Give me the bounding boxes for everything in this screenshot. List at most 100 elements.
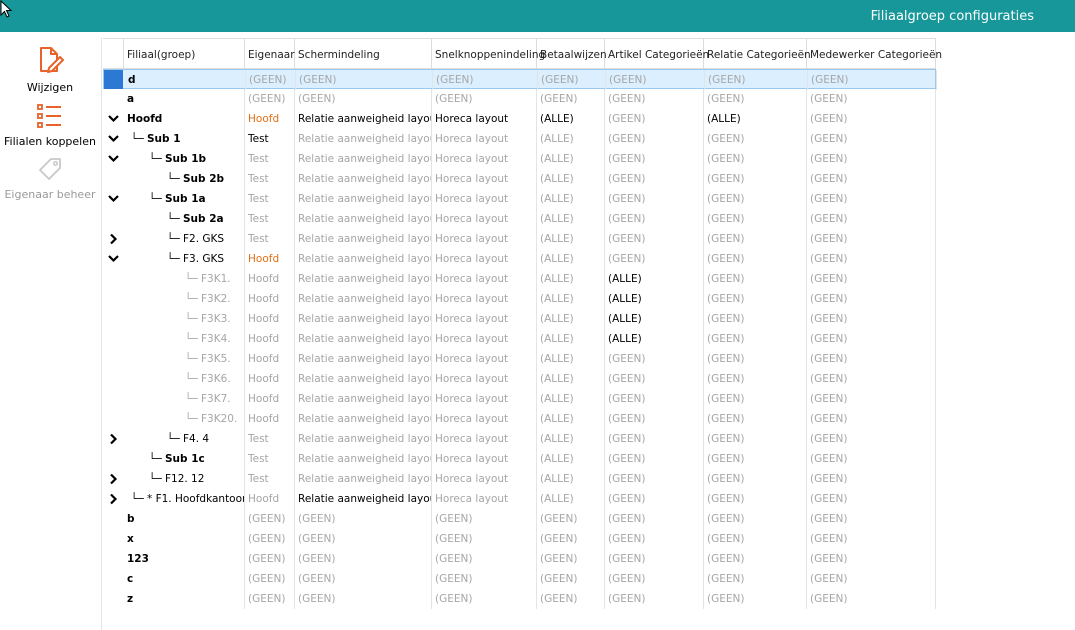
column-header[interactable]: Artikel Categorieën (605, 39, 709, 69)
table-row[interactable]: └─ F3K7. Hoofd Relatie aanweigheid layout H… (103, 389, 936, 409)
table-row[interactable]: └─ F3K4. Hoofd Relatie aanweigheid layout H… (103, 329, 936, 349)
expander[interactable] (103, 129, 124, 149)
column-header[interactable]: Snelknoppenindeling (432, 39, 545, 69)
tree-connector: └─ (167, 253, 183, 265)
table-row[interactable]: z (GEEN) (GEEN) (GEEN) (GEEN) (GEEN) (GEEN) (GE… (103, 589, 936, 609)
column-header[interactable]: Eigenaar (245, 39, 295, 69)
table-row[interactable]: └─ Sub 1c Test Relatie aanweigheid layout H… (103, 449, 936, 469)
tree-connector: └─ (167, 173, 183, 185)
branch-name: F3K20. (200, 413, 238, 425)
grid-cell: Hoofd (245, 389, 295, 409)
table-row[interactable]: └─ Sub 1a Test Relatie aanweigheid layout H… (103, 189, 936, 209)
edit-button[interactable]: Wijzigen (0, 46, 100, 96)
table-row[interactable]: └─ Sub 1 Test Relatie aanweigheid layout Ho… (103, 129, 936, 149)
grid-cell: (ALLE) (537, 389, 605, 409)
branch-name-cell: b (124, 509, 245, 529)
table-row[interactable]: └─ * F1. Hoofdkantoor Hoofd Relatie aanwei… (103, 489, 936, 509)
table-row[interactable]: └─ F3. GKS Hoofd Relatie aanweigheid layou… (103, 249, 936, 269)
expander[interactable] (103, 189, 124, 209)
grid-cell: (GEEN) (704, 509, 807, 529)
table-row[interactable]: └─ F3K1. Hoofd Relatie aanweigheid layout H… (103, 269, 936, 289)
grid-cell: (ALLE) (537, 289, 605, 309)
grid-cell: (GEEN) (605, 549, 704, 569)
grid-cell: (GEEN) (295, 529, 432, 549)
table-row[interactable]: └─ Sub 2b Test Relatie aanweigheid layout H… (103, 169, 936, 189)
tree-connector: └─ (167, 213, 183, 225)
grid-cell: (GEEN) (245, 529, 295, 549)
tree-connector: └─ (185, 353, 201, 365)
table-row[interactable]: Hoofd Hoofd Relatie aanweigheid layout Hore… (103, 109, 936, 129)
column-header[interactable]: Filiaal(groep) (124, 39, 245, 69)
table-row[interactable]: 123 (GEEN) (GEEN) (GEEN) (GEEN) (GEEN) (GEEN)(… (103, 549, 936, 569)
table-row[interactable]: └─ F3K5. Hoofd Relatie aanweigheid layout H… (103, 349, 936, 369)
table-row[interactable]: └─ F3K3. Hoofd Relatie aanweigheid layout H… (103, 309, 936, 329)
grid-cell: (GEEN) (704, 269, 807, 289)
branch-name-cell: └─ * F1. Hoofdkantoor (124, 489, 245, 509)
grid-cell: Relatie aanweigheid layout (295, 429, 432, 449)
table-row[interactable]: └─ Sub 2a Test Relatie aanweigheid layout H… (103, 209, 936, 229)
grid-cell: (ALLE) (537, 349, 605, 369)
grid-cell: Relatie aanweigheid layout (295, 309, 432, 329)
tree-connector: └─ (185, 273, 201, 285)
column-header[interactable]: Schermindeling (295, 39, 432, 69)
grid-cell: (GEEN) (606, 70, 705, 90)
column-header[interactable]: Betaalwijzen (537, 39, 607, 69)
table-row[interactable]: └─ F3K20. Hoofd Relatie aanweigheid layout… (103, 409, 936, 429)
header-expander (103, 39, 124, 69)
table-row[interactable]: b (GEEN) (GEEN) (GEEN) (GEEN) (GEEN) (GEEN) (GE… (103, 509, 936, 529)
table-row[interactable]: a (GEEN) (GEEN) (GEEN) (GEEN) (GEEN) (GEEN) (GE… (103, 89, 936, 109)
window-title: Filiaalgroep configuraties (870, 9, 1034, 24)
branch-name-cell: └─ F4. 4 (124, 429, 245, 449)
grid-cell: (GEEN) (704, 409, 807, 429)
grid-cell: (GEEN) (704, 289, 807, 309)
grid-cell: Test (245, 169, 295, 189)
grid-cell: (ALLE) (537, 169, 605, 189)
grid-cell: Horeca layout (432, 389, 537, 409)
tree-connector: └─ (185, 293, 201, 305)
branch-name-cell: x (124, 529, 245, 549)
grid-cell: (ALLE) (537, 309, 605, 329)
expander[interactable] (103, 489, 124, 509)
expander[interactable] (103, 149, 124, 169)
grid-cell: (GEEN) (605, 409, 704, 429)
table-row[interactable]: └─ F4. 4 Test Relatie aanweigheid layout Ho… (103, 429, 936, 449)
grid-cell: Test (245, 449, 295, 469)
table-row[interactable]: └─ F2. GKS Test Relatie aanweigheid layout… (103, 229, 936, 249)
branch-name: c (127, 573, 134, 585)
grid-cell: (GEEN) (605, 469, 704, 489)
grid-cell: (GEEN) (704, 549, 807, 569)
grid-cell: (GEEN) (295, 569, 432, 589)
grid-cell: (GEEN) (807, 229, 936, 249)
expander[interactable] (103, 469, 124, 489)
grid-cell: Horeca layout (432, 489, 537, 509)
grid-cell: Horeca layout (432, 109, 537, 129)
tree-connector: └─ (149, 193, 165, 205)
table-row[interactable]: └─ F3K2. Hoofd Relatie aanweigheid layout H… (103, 289, 936, 309)
table-row[interactable]: d (GEEN) (GEEN) (GEEN) (GEEN) (GEEN) (GEEN) (GE… (103, 69, 937, 90)
grid-cell: (GEEN) (807, 329, 936, 349)
grid-cell: (GEEN) (537, 89, 605, 109)
column-header[interactable]: Relatie Categorieën (704, 39, 811, 69)
table-row[interactable]: └─ F3K6. Hoofd Relatie aanweigheid layout H… (103, 369, 936, 389)
grid-cell: Relatie aanweigheid layout (295, 329, 432, 349)
grid-cell: (GEEN) (807, 589, 936, 609)
branch-name-cell: 123 (124, 549, 245, 569)
grid-cell: Hoofd (245, 489, 295, 509)
grid-cell: Test (245, 469, 295, 489)
table-row[interactable]: x (GEEN) (GEEN) (GEEN) (GEEN) (GEEN) (GEEN) (GE… (103, 529, 936, 549)
grid-cell: (ALLE) (605, 269, 704, 289)
link-branches-button[interactable]: Filialen koppelen (0, 102, 100, 152)
expander[interactable] (103, 229, 124, 249)
expander[interactable] (103, 429, 124, 449)
owner-management-button[interactable]: Eigenaar beheer (0, 156, 100, 206)
grid-cell: (GEEN) (704, 169, 807, 189)
table-row[interactable]: └─ Sub 1b Test Relatie aanweigheid layout H… (103, 149, 936, 169)
grid-cell: (GEEN) (432, 569, 537, 589)
table-row[interactable]: └─ F12. 12 Test Relatie aanweigheid layout… (103, 469, 936, 489)
branch-name: F2. GKS (182, 233, 225, 245)
expander[interactable] (103, 109, 124, 129)
column-header[interactable]: Medewerker Categorieën (807, 39, 942, 69)
grid-cell: Horeca layout (432, 289, 537, 309)
expander[interactable] (103, 249, 124, 269)
table-row[interactable]: c (GEEN) (GEEN) (GEEN) (GEEN) (GEEN) (GEEN) (GE… (103, 569, 936, 589)
